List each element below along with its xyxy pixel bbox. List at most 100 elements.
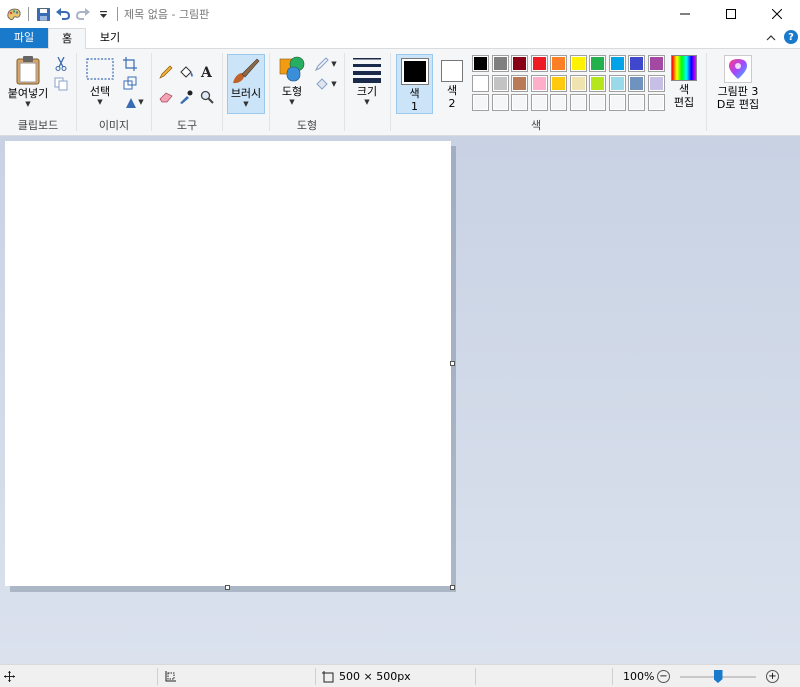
palette-swatch[interactable] [472,74,489,92]
help-icon[interactable]: ? [784,30,798,44]
rotate-button[interactable]: ▼ [121,93,147,111]
close-button[interactable] [754,0,800,28]
color1-button[interactable]: 색 1 [396,54,433,114]
resize-handle-right[interactable] [450,361,455,366]
crop-button[interactable] [121,55,139,73]
palette-swatch[interactable] [628,74,645,92]
resize-handle-corner[interactable] [450,585,455,590]
svg-text:A: A [200,65,213,79]
cursor-position-icon [4,665,15,687]
palette-swatch[interactable] [589,55,606,72]
clipboard-group-label: 클립보드 [17,119,59,132]
brushes-button[interactable]: 브러시 ▼ [227,54,265,114]
custom-color-slot[interactable] [511,94,528,111]
zoom-out-button[interactable]: − [657,670,670,683]
maximize-button[interactable] [708,0,754,28]
window-controls [662,0,800,28]
palette-swatch[interactable] [550,74,567,92]
custom-color-slot[interactable] [589,94,606,111]
tab-view[interactable]: 보기 [90,28,130,48]
selection-size-icon [164,665,176,687]
palette-swatch[interactable] [647,74,665,92]
magnifier-icon [200,90,214,104]
palette-swatch[interactable] [628,55,645,72]
outline-button[interactable]: ▼ [312,55,340,73]
text-button[interactable]: A [198,63,216,81]
customize-qat-icon[interactable] [93,3,113,25]
shapes-group-label: 도형 [296,119,318,132]
zoom-slider-thumb[interactable] [713,670,723,683]
paint3d-icon [729,59,747,79]
redo-icon[interactable] [73,3,93,25]
custom-color-slot[interactable] [569,94,587,111]
minimize-button[interactable] [662,0,708,28]
line-size-icon [353,58,381,83]
paste-button[interactable]: 붙여넣기 ▼ [4,55,52,108]
collapse-ribbon-icon[interactable] [766,31,776,44]
palette-swatch[interactable] [530,74,548,92]
save-icon[interactable] [33,3,53,25]
palette-swatch[interactable] [647,55,665,72]
custom-color-slot[interactable] [550,94,567,111]
brushes-group: 브러시 ▼ [223,49,269,135]
resize-handle-bottom[interactable] [225,585,230,590]
palette-swatch[interactable] [491,74,509,92]
pencil-button[interactable] [157,63,175,81]
color-picker-button[interactable] [177,88,195,106]
palette-swatch[interactable] [569,55,587,72]
edit-with-paint3d-button[interactable]: 그림판 3 D로 편집 [711,55,765,111]
shapes-button[interactable]: 도형 ▼ [276,55,308,106]
copy-button[interactable] [52,75,70,93]
chevron-down-icon: ▼ [331,80,337,88]
cut-button[interactable] [52,55,70,73]
palette-swatch[interactable] [589,74,606,92]
custom-color-slot[interactable] [530,94,548,111]
image-size-text: 500 × 500px [339,670,411,683]
magnifier-button[interactable] [198,88,216,106]
palette-swatch[interactable] [608,55,626,72]
palette-swatch[interactable] [550,55,567,72]
eraser-button[interactable] [157,88,175,106]
drawing-canvas[interactable] [5,141,451,586]
paint-bucket-icon [179,66,193,78]
resize-button[interactable] [121,74,139,92]
palette-swatch[interactable] [608,74,626,92]
image-group: 선택 ▼ ▼ 이미지 [77,49,151,135]
palette-swatch[interactable] [511,55,528,72]
custom-color-slot[interactable] [647,94,665,111]
chevron-down-icon: ▼ [97,98,103,106]
palette-swatch[interactable] [530,55,548,72]
palette-swatch[interactable] [491,55,509,72]
custom-color-slot[interactable] [608,94,626,111]
chevron-down-icon: ▼ [138,98,144,106]
chevron-down-icon: ▼ [331,60,337,68]
tab-file[interactable]: 파일 [0,28,48,48]
fill-shape-button[interactable]: ▼ [312,75,340,93]
chevron-down-icon: ▼ [25,100,31,108]
fill-shape-icon [316,78,329,90]
select-button[interactable]: 선택 ▼ [83,57,117,106]
tools-group-label: 도구 [176,119,198,132]
custom-color-slot[interactable] [628,94,645,111]
custom-color-slot[interactable] [491,94,509,111]
paint-app-icon[interactable] [4,3,24,25]
color1-swatch-frame [400,58,429,85]
shapes-group: 도형 ▼ ▼ ▼ 도형 [270,49,344,135]
undo-icon[interactable] [53,3,73,25]
palette-swatch[interactable] [472,55,489,72]
window-title: 제목 없음 - 그림판 [124,8,210,21]
tab-home[interactable]: 홈 [48,28,86,49]
custom-color-slot[interactable] [472,94,489,111]
zoom-in-button[interactable]: + [766,670,779,683]
color1-label: 색 1 [409,87,420,113]
outline-icon [315,57,330,71]
size-button[interactable]: 크기 ▼ [351,55,383,106]
fill-button[interactable] [177,63,195,81]
quick-access-toolbar: 제목 없음 - 그림판 [0,0,209,28]
colors-group-label: 색 [530,119,542,132]
brush-icon [233,58,260,84]
palette-swatch[interactable] [569,74,587,92]
color2-button[interactable]: 색 2 [437,57,467,110]
palette-swatch[interactable] [511,74,528,92]
edit-colors-button[interactable]: 색 편집 [669,55,699,109]
